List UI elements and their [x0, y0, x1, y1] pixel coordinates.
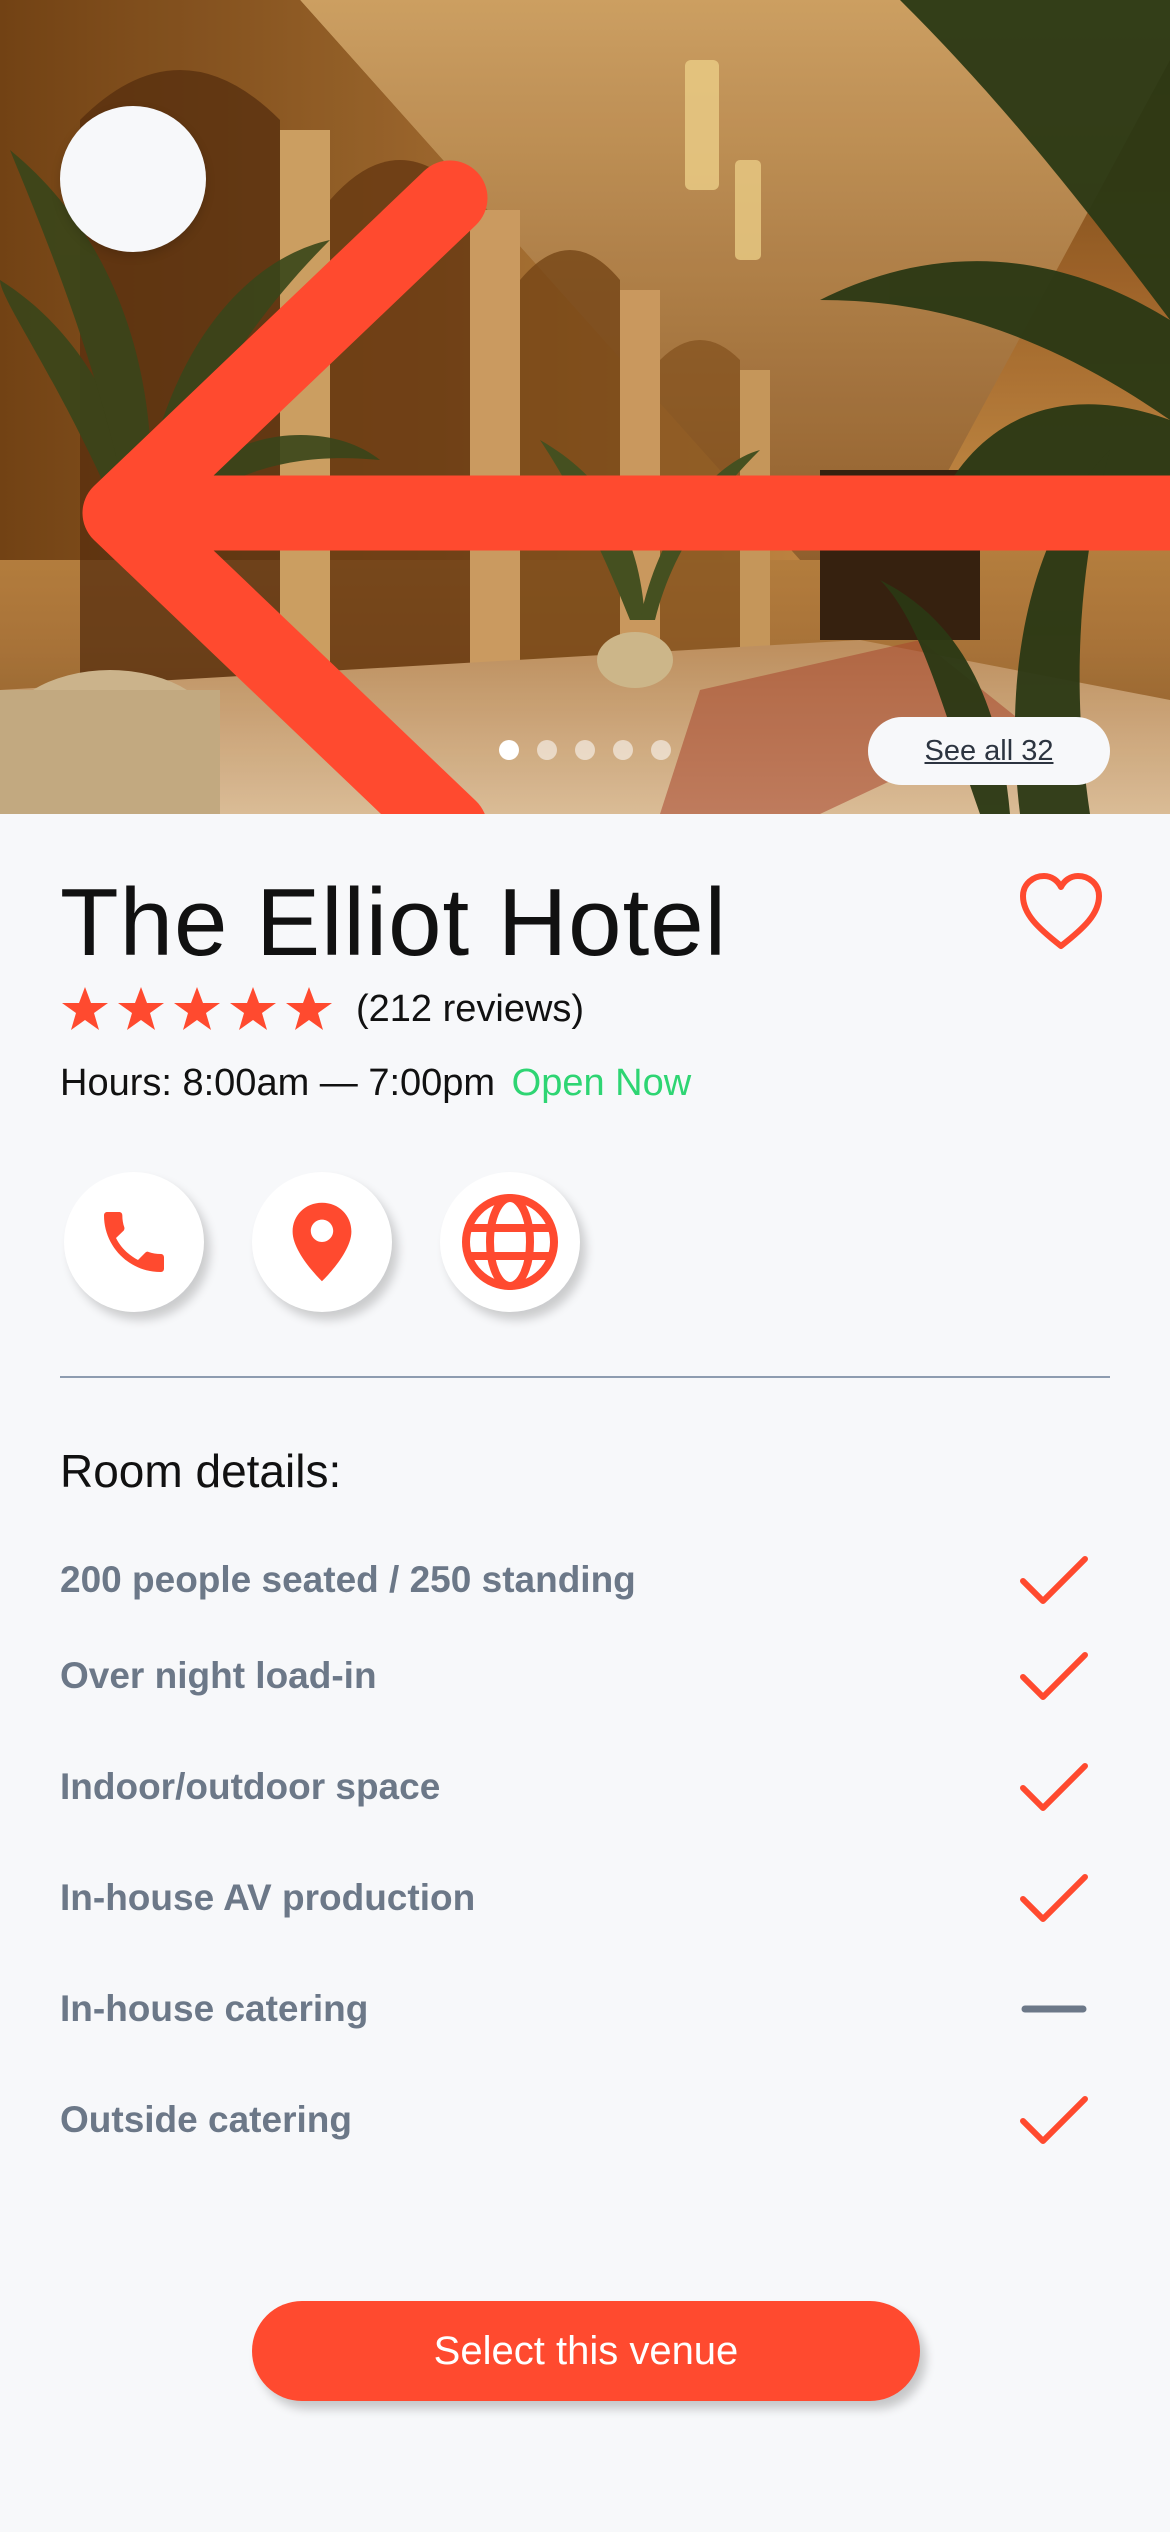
- heart-icon[interactable]: [1018, 872, 1104, 952]
- reviews-count[interactable]: (212 reviews): [356, 988, 584, 1031]
- list-item: Outside catering: [60, 2064, 1110, 2175]
- star-icon: [118, 987, 164, 1030]
- select-venue-button[interactable]: Select this venue: [252, 2301, 920, 2401]
- checkmark-icon: [1020, 1762, 1088, 1811]
- carousel-dot[interactable]: [575, 740, 595, 760]
- list-item: 200 people seated / 250 standing: [60, 1540, 1110, 1620]
- rating-row: (212 reviews): [60, 984, 584, 1034]
- open-status: Open Now: [511, 1062, 692, 1104]
- carousel-dot[interactable]: [613, 740, 633, 760]
- room-details-list: 200 people seated / 250 standing Over ni…: [60, 1540, 1110, 2175]
- carousel-dot[interactable]: [651, 740, 671, 760]
- section-divider: [60, 1376, 1110, 1378]
- phone-icon: [104, 1212, 164, 1272]
- checkmark-icon: [1020, 2095, 1088, 2144]
- detail-label: 200 people seated / 250 standing: [60, 1559, 636, 1600]
- star-icon: [174, 987, 220, 1030]
- venue-name: The Elliot Hotel: [60, 869, 727, 976]
- star-icon: [62, 987, 108, 1030]
- website-button[interactable]: [440, 1172, 580, 1312]
- directions-button[interactable]: [252, 1172, 392, 1312]
- detail-label: Over night load-in: [60, 1654, 377, 1696]
- checkmark-icon: [1020, 1873, 1088, 1922]
- dash-icon: [1021, 2005, 1087, 2012]
- list-item: Over night load-in: [60, 1620, 1110, 1731]
- list-item: In-house catering: [60, 1953, 1110, 2064]
- globe-icon: [462, 1194, 558, 1290]
- hero-image[interactable]: See all 32: [0, 0, 1170, 814]
- location-pin-icon: [292, 1202, 352, 1282]
- checkmark-icon: [1020, 1556, 1088, 1604]
- back-button[interactable]: [60, 106, 1170, 814]
- star-icon: [230, 987, 276, 1030]
- detail-label: In-house catering: [60, 1987, 369, 2029]
- star-rating: [60, 984, 334, 1034]
- see-all-photos-button[interactable]: See all 32: [868, 717, 1110, 785]
- star-icon: [286, 987, 332, 1030]
- carousel-dot-active[interactable]: [499, 740, 519, 760]
- detail-label: Indoor/outdoor space: [60, 1765, 441, 1807]
- hours-row: Hours: 8:00am — 7:00pm Open Now: [60, 1062, 691, 1105]
- call-button[interactable]: [64, 1172, 204, 1312]
- contact-actions: [64, 1172, 580, 1312]
- arrow-left-icon: [82, 160, 1170, 814]
- carousel-dot[interactable]: [537, 740, 557, 760]
- list-item: In-house AV production: [60, 1842, 1110, 1953]
- detail-label: Outside catering: [60, 2098, 352, 2140]
- hours-label: Hours: 8:00am — 7:00pm: [60, 1062, 496, 1104]
- room-details-title: Room details:: [60, 1445, 342, 1497]
- detail-label: In-house AV production: [60, 1876, 476, 1918]
- list-item: Indoor/outdoor space: [60, 1731, 1110, 1842]
- checkmark-icon: [1020, 1651, 1088, 1700]
